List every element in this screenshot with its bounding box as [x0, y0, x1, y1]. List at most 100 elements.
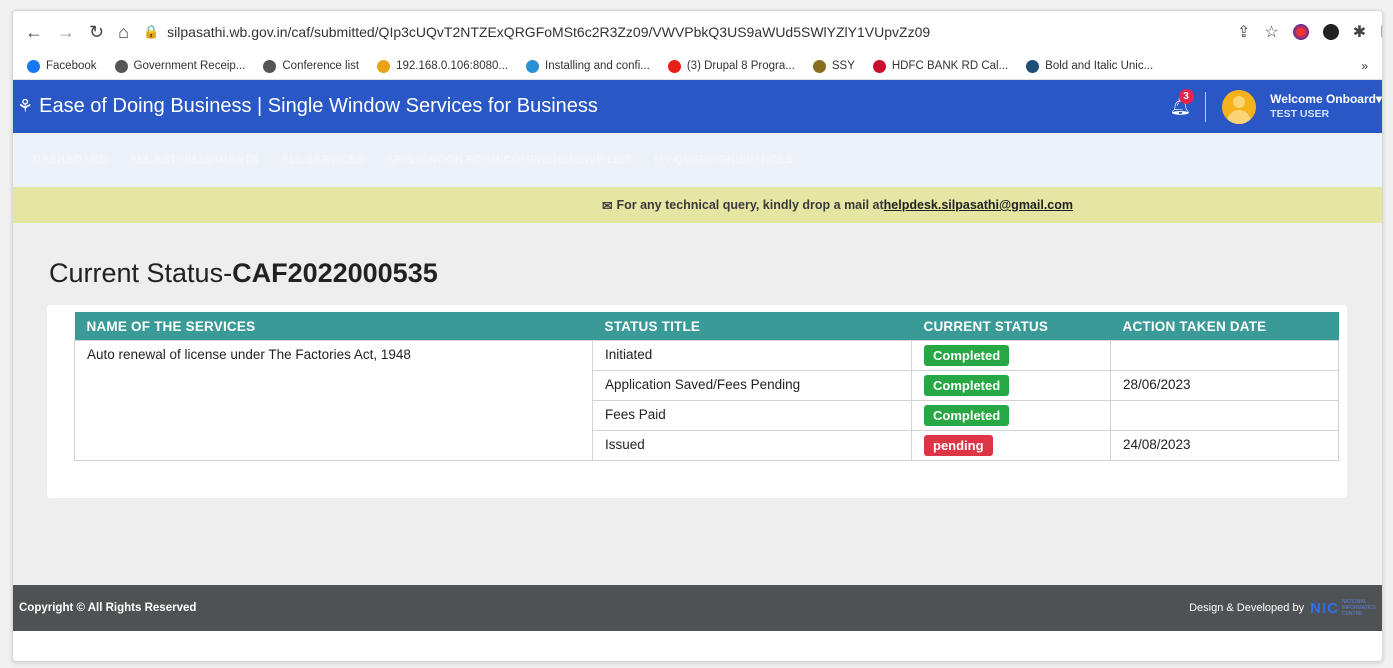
status-table: NAME OF THE SERVICES STATUS TITLE CURREN…	[74, 312, 1339, 461]
bookmark-label: (3) Drupal 8 Progra...	[686, 60, 795, 72]
status-badge: Completed	[924, 375, 1010, 396]
nic-logo-text: NIC	[1310, 599, 1339, 617]
envelope-icon: ✉︎	[601, 198, 613, 213]
bookmark-label: 192.168.0.106:8080...	[396, 60, 508, 72]
current-status-cell: Completed	[911, 340, 1111, 371]
helpdesk-email-link[interactable]: helpdesk.silpasathi@gmail.com	[884, 198, 1073, 212]
status-badge: pending	[924, 435, 993, 456]
caret-down-icon: ▾	[1375, 91, 1382, 106]
bookmark-icon	[526, 59, 539, 73]
bookmarks-overflow-icon[interactable]: »	[1361, 59, 1368, 73]
bookmark-item[interactable]: (3) Drupal 8 Progra...	[667, 59, 795, 73]
home-icon[interactable]: ⌂	[118, 22, 129, 43]
notice-bar: ✉︎ For any technical query, kindly drop …	[13, 187, 1382, 223]
site-title[interactable]: ⚘ Ease of Doing Business | Single Window…	[17, 95, 598, 118]
status-badge: Completed	[924, 405, 1010, 426]
footer-credit: Design & Developed by NIC NATIONAL INFOR…	[1189, 599, 1376, 617]
menu-item[interactable]: ALL SERVICES	[281, 154, 364, 166]
current-status-cell: Completed	[911, 400, 1111, 431]
column-header: STATUS TITLE	[592, 312, 912, 341]
extension-icon[interactable]	[1292, 24, 1309, 40]
puzzle-icon[interactable]: ✱	[1353, 22, 1366, 42]
action-date-cell	[1110, 340, 1339, 371]
column-header: CURRENT STATUS	[911, 312, 1111, 341]
url-text[interactable]: silpasathi.wb.gov.in/caf/submitted/QIp3c…	[167, 24, 930, 40]
nic-logo-sub: CENTRE	[1341, 611, 1363, 617]
menu-item[interactable]: APPLICATION FORM/COMPREHENSIVE LIST	[386, 154, 632, 166]
header-divider	[1205, 91, 1207, 122]
star-icon[interactable]: ☆	[1264, 22, 1278, 42]
reload-icon[interactable]: ↻	[89, 22, 104, 43]
header-right: 🔔︎ 3 Welcome Onboard▾ TEST USER	[1170, 80, 1382, 133]
current-status-cell: pending	[911, 430, 1111, 461]
bookmark-item[interactable]: SSY	[812, 59, 855, 73]
status-title-cell: Application Saved/Fees Pending	[592, 370, 912, 401]
sidepanel-icon[interactable]: ☐	[1380, 22, 1382, 42]
notification-bell[interactable]: 🔔︎ 3	[1170, 88, 1194, 117]
bookmark-item[interactable]: HDFC BANK RD Cal...	[872, 59, 1009, 73]
status-card: NAME OF THE SERVICES STATUS TITLE CURREN…	[47, 305, 1347, 498]
table-row: Auto renewal of license under The Factor…	[74, 340, 1339, 461]
bookmark-label: SSY	[831, 60, 855, 72]
bookmark-icon	[263, 59, 277, 73]
bookmark-label: Conference list	[282, 60, 360, 72]
bookmark-icon	[667, 59, 681, 73]
site-footer: Copyright © All Rights Reserved Design &…	[13, 585, 1382, 631]
welcome-text: Welcome Onboard	[1270, 91, 1376, 106]
bookmark-icon	[872, 59, 886, 73]
page-title-prefix: Current Status-	[49, 258, 233, 288]
bookmark-label: Bold and Italic Unic...	[1045, 60, 1154, 72]
browser-toolbar: ← → ↻ ⌂ 🔒 silpasathi.wb.gov.in/caf/submi…	[13, 11, 1382, 53]
developed-by-text: Design & Developed by	[1189, 602, 1305, 614]
share-icon[interactable]: ⇪	[1237, 22, 1250, 42]
menu-item[interactable]: MY QUERY/GRIEVANCES	[654, 154, 793, 166]
menu-item[interactable]: DASHBOARD	[33, 154, 107, 166]
bookmark-label: Facebook	[46, 60, 97, 72]
column-header: NAME OF THE SERVICES	[74, 312, 593, 341]
status-badge: Completed	[924, 345, 1010, 366]
user-name: TEST USER	[1270, 107, 1330, 120]
action-date-cell	[1110, 400, 1339, 431]
status-title-cell: Initiated	[592, 340, 912, 371]
forward-icon[interactable]: →	[57, 22, 75, 43]
bookmark-icon	[114, 59, 128, 73]
notification-badge: 3	[1178, 88, 1194, 104]
bookmark-icon	[377, 59, 391, 73]
service-name-cell: Auto renewal of license under The Factor…	[74, 340, 593, 461]
bookmark-label: HDFC BANK RD Cal...	[891, 60, 1009, 72]
menu-item[interactable]: ALL ESTABLISHMENTS	[129, 154, 259, 166]
bookmark-item[interactable]: Bold and Italic Unic...	[1026, 59, 1154, 73]
caf-id: CAF2022000535	[232, 258, 438, 288]
table-header-row: NAME OF THE SERVICES STATUS TITLE CURREN…	[74, 312, 1339, 341]
notice-text: For any technical query, kindly drop a m…	[616, 198, 884, 212]
people-icon: ⚘	[17, 96, 34, 116]
page-title: Current Status-CAF2022000535	[49, 258, 438, 289]
bookmarks-bar: Facebook Government Receip... Conference l…	[13, 53, 1382, 80]
column-header: ACTION TAKEN DATE	[1110, 312, 1339, 341]
nic-logo[interactable]: NIC NATIONAL INFORMATICS CENTRE	[1310, 599, 1376, 617]
bookmark-item[interactable]: Conference list	[263, 59, 360, 73]
site-title-text: Ease of Doing Business | Single Window S…	[39, 95, 598, 117]
extension-icon[interactable]	[1322, 24, 1339, 40]
status-title-cell: Issued	[592, 430, 912, 461]
address-bar[interactable]: 🔒 silpasathi.wb.gov.in/caf/submitted/QIp…	[143, 24, 1223, 40]
bookmark-icon	[812, 59, 826, 73]
main-menu: DASHBOARD ALL ESTABLISHMENTS ALL SERVICES A…	[13, 133, 1382, 187]
bookmark-item[interactable]: Installing and confi...	[526, 59, 650, 73]
site-header: ⚘ Ease of Doing Business | Single Window…	[13, 80, 1382, 133]
back-icon[interactable]: ←	[25, 22, 43, 43]
bookmark-item[interactable]: Facebook	[27, 59, 97, 73]
user-menu[interactable]: Welcome Onboard▾ TEST USER	[1270, 92, 1382, 122]
bookmark-item[interactable]: 192.168.0.106:8080...	[377, 59, 508, 73]
user-avatar[interactable]	[1222, 89, 1257, 124]
bookmark-item[interactable]: Government Receip...	[114, 59, 246, 73]
action-date-cell: 28/06/2023	[1110, 370, 1339, 401]
bookmark-label: Government Receip...	[133, 60, 246, 72]
current-status-cell: Completed	[911, 370, 1111, 401]
action-date-cell: 24/08/2023	[1110, 430, 1339, 461]
lock-icon: 🔒	[142, 24, 160, 39]
bookmark-label: Installing and confi...	[545, 60, 650, 72]
status-title-cell: Fees Paid	[592, 400, 912, 431]
copyright-text: Copyright © All Rights Reserved	[19, 602, 197, 614]
browser-window: ← → ↻ ⌂ 🔒 silpasathi.wb.gov.in/caf/submi…	[12, 10, 1383, 662]
